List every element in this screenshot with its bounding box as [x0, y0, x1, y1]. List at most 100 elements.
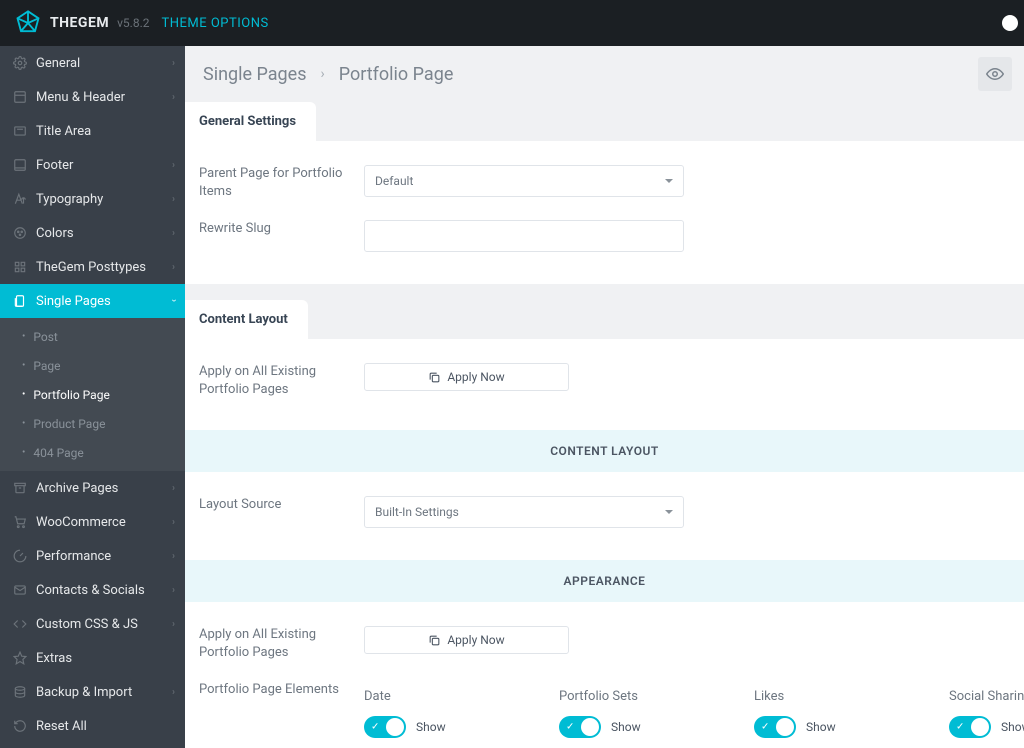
toggle-state: Show [806, 720, 836, 734]
apply-now-button-1[interactable]: Apply Now [364, 363, 569, 391]
chevron-right-icon: › [172, 160, 175, 171]
sidebar-item-label: Typography [36, 192, 103, 207]
sidebar-item-label: Menu & Header [36, 90, 125, 105]
sidebar-item-colors[interactable]: Colors › [0, 216, 185, 250]
band-content-layout: CONTENT LAYOUT [185, 430, 1024, 472]
sidebar-sub-product-page[interactable]: Product Page [0, 409, 185, 438]
sidebar-item-footer[interactable]: Footer › [0, 148, 185, 182]
breadcrumb-parent[interactable]: Single Pages [203, 64, 307, 85]
sidebar-sub-post[interactable]: Post [0, 322, 185, 351]
panel-general-settings: Parent Page for Portfolio Items Default … [185, 141, 1024, 284]
toggle-state: Show [1001, 720, 1024, 734]
sidebar-item-custom-css-js[interactable]: Custom CSS & JS › [0, 607, 185, 641]
label-apply-all-1: Apply on All Existing Portfolio Pages [199, 363, 364, 398]
sidebar-item-label: Extras [36, 651, 72, 666]
reset-icon [12, 718, 28, 734]
sidebar-item-label: WooCommerce [36, 515, 126, 530]
sidebar-item-label: TheGem Posttypes [36, 260, 146, 275]
label-portfolio-elements: Portfolio Page Elements [199, 681, 364, 699]
toggle-state: Show [611, 720, 641, 734]
posttypes-icon [12, 259, 28, 275]
toggle-state: Show [416, 720, 446, 734]
sidebar-item-single-pages[interactable]: Single Pages › [0, 284, 185, 318]
breadcrumb-sep: › [321, 66, 325, 82]
section-tab-row: Content Layout [185, 300, 1024, 339]
chevron-right-icon: › [172, 92, 175, 103]
pages-icon [12, 293, 28, 309]
chevron-right-icon: › [172, 585, 175, 596]
copy-icon [428, 634, 441, 647]
sidebar-item-label: Contacts & Socials [36, 583, 145, 598]
sidebar-sub-portfolio-page[interactable]: Portfolio Page [0, 380, 185, 409]
section-tab-row: General Settings [185, 102, 1024, 141]
sidebar-item-backup-import[interactable]: Backup & Import › [0, 675, 185, 709]
mail-icon [12, 582, 28, 598]
sidebar-item-menu-header[interactable]: Menu & Header › [0, 80, 185, 114]
sidebar-item-typography[interactable]: Typography › [0, 182, 185, 216]
sidebar-item-archive-pages[interactable]: Archive Pages › [0, 471, 185, 505]
sidebar-item-label: Colors [36, 226, 74, 241]
sidebar-sub-page[interactable]: Page [0, 351, 185, 380]
sidebar-item-general[interactable]: General › [0, 46, 185, 80]
chevron-right-icon: › [172, 228, 175, 239]
toggle-col-portfolio-sets: Portfolio Sets Show [559, 689, 714, 738]
chevron-down-icon: › [168, 298, 179, 301]
brand-name: THEGEM [50, 15, 109, 31]
preview-button[interactable] [978, 57, 1012, 91]
sidebar-item-label: General [36, 56, 80, 71]
main-content: Single Pages › Portfolio Page General Se… [185, 46, 1024, 748]
toggle-label: Portfolio Sets [559, 689, 714, 704]
toggle-portfolio-sets[interactable] [559, 716, 601, 738]
sidebar-item-label: Archive Pages [36, 481, 118, 496]
chevron-right-icon: › [172, 551, 175, 562]
chevron-right-icon: › [172, 619, 175, 630]
cart-icon [12, 514, 28, 530]
toggle-col-likes: Likes Show [754, 689, 909, 738]
sidebar-item-woocommerce[interactable]: WooCommerce › [0, 505, 185, 539]
sidebar-item-label: Custom CSS & JS [36, 617, 138, 632]
brand: THEGEM v5.8.2 THEME OPTIONS [14, 9, 269, 37]
header-actions [978, 57, 1012, 91]
select-parent-page[interactable]: Default [364, 165, 684, 197]
panel-content-layout: Apply on All Existing Portfolio Pages Ap… [185, 339, 1024, 748]
breadcrumb-current: Portfolio Page [339, 64, 454, 85]
sidebar-item-label: Performance [36, 549, 111, 564]
toggle-social-sharing[interactable] [949, 716, 991, 738]
sidebar-item-posttypes[interactable]: TheGem Posttypes › [0, 250, 185, 284]
sidebar-item-title-area[interactable]: Title Area [0, 114, 185, 148]
sidebar-item-extras[interactable]: Extras [0, 641, 185, 675]
toggle-likes[interactable] [754, 716, 796, 738]
footer-icon [12, 157, 28, 173]
brand-version: v5.8.2 [117, 16, 149, 30]
theme-options-link[interactable]: THEME OPTIONS [161, 16, 268, 31]
sidebar-item-contacts-socials[interactable]: Contacts & Socials › [0, 573, 185, 607]
label-parent-page: Parent Page for Portfolio Items [199, 165, 364, 200]
title-icon [12, 123, 28, 139]
input-rewrite-slug[interactable] [364, 220, 684, 252]
sidebar-item-label: Title Area [36, 124, 91, 139]
sidebar-item-reset-all[interactable]: Reset All [0, 709, 185, 743]
archive-icon [12, 480, 28, 496]
breadcrumb-bar: Single Pages › Portfolio Page [185, 46, 1024, 102]
chevron-right-icon: › [172, 687, 175, 698]
sidebar-item-label: Backup & Import [36, 685, 132, 700]
perf-icon [12, 548, 28, 564]
typography-icon [12, 191, 28, 207]
topbar: THEGEM v5.8.2 THEME OPTIONS [0, 0, 1024, 46]
toggle-label: Social Sharing [949, 689, 1024, 704]
chevron-right-icon: › [172, 58, 175, 69]
label-rewrite-slug: Rewrite Slug [199, 220, 364, 238]
toggle-date[interactable] [364, 716, 406, 738]
sidebar-item-label: Single Pages [36, 294, 111, 309]
select-layout-source[interactable]: Built-In Settings [364, 496, 684, 528]
label-layout-source: Layout Source [199, 496, 364, 514]
chevron-right-icon: › [172, 262, 175, 273]
section-title-general: General Settings [185, 102, 316, 141]
topbar-circle[interactable] [1002, 15, 1018, 31]
apply-now-button-2[interactable]: Apply Now [364, 626, 569, 654]
sidebar-sub-404-page[interactable]: 404 Page [0, 438, 185, 467]
section-title-content-layout: Content Layout [185, 300, 308, 339]
band-appearance: APPEARANCE [185, 560, 1024, 602]
sidebar-item-performance[interactable]: Performance › [0, 539, 185, 573]
toggle-label: Likes [754, 689, 909, 704]
